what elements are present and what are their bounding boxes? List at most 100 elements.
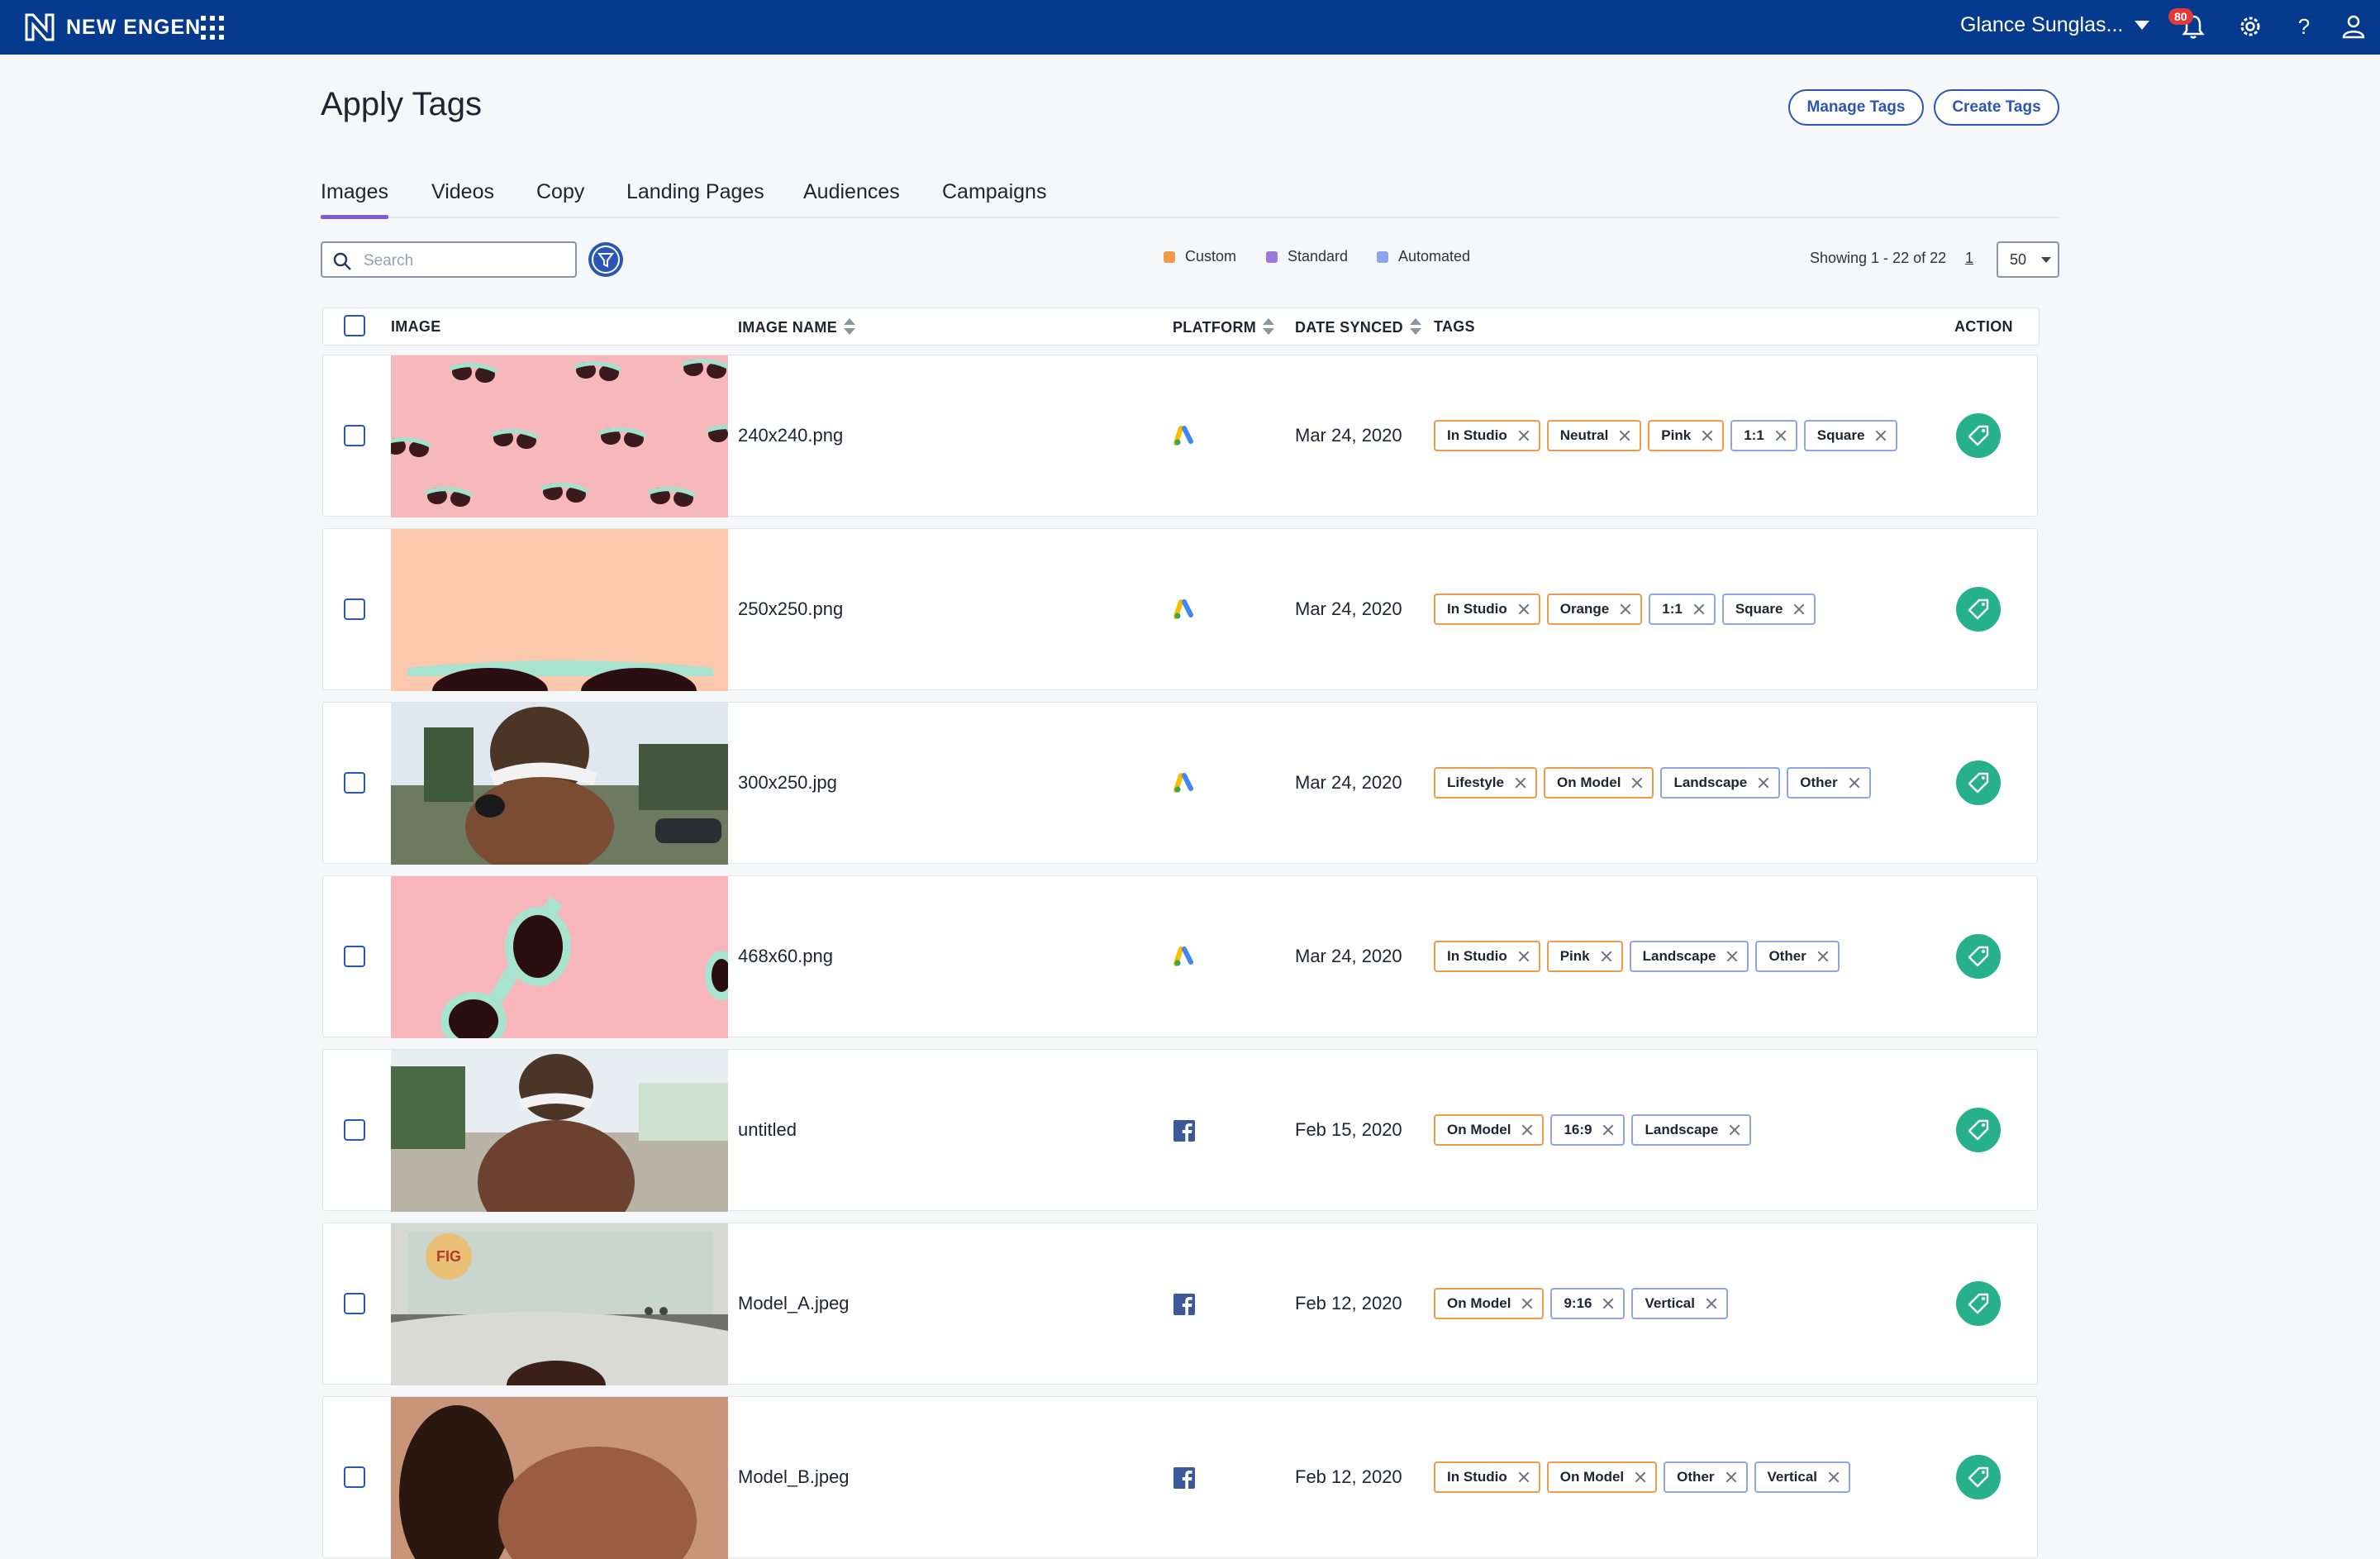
brand[interactable]: NEW ENGEN [23, 12, 201, 43]
row-checkbox[interactable] [344, 1119, 365, 1141]
image-thumbnail[interactable] [391, 355, 728, 517]
tag-chip[interactable]: On Model [1543, 767, 1654, 799]
tag-chip[interactable]: Other [1787, 767, 1871, 799]
tag-chip[interactable]: Neutral [1546, 420, 1642, 451]
remove-tag-icon[interactable] [1728, 1123, 1741, 1137]
row-checkbox[interactable] [344, 598, 365, 620]
page-number-link[interactable]: 1 [1965, 250, 1973, 267]
row-checkbox[interactable] [344, 946, 365, 967]
tag-chip[interactable]: In Studio [1434, 941, 1540, 972]
remove-tag-icon[interactable] [1705, 1297, 1718, 1310]
remove-tag-icon[interactable] [1692, 603, 1706, 616]
apply-tag-button[interactable] [1956, 934, 2001, 979]
column-header-date-synced[interactable]: DATE SYNCED [1295, 318, 1421, 336]
tag-chip[interactable]: Square [1803, 420, 1898, 451]
tag-chip[interactable]: In Studio [1434, 594, 1540, 625]
apply-tag-button[interactable] [1956, 587, 2001, 632]
remove-tag-icon[interactable] [1874, 429, 1887, 442]
remove-tag-icon[interactable] [1619, 603, 1632, 616]
sort-icon[interactable] [844, 318, 855, 336]
account-switcher[interactable]: Glance Sunglas... [1960, 13, 2150, 37]
remove-tag-icon[interactable] [1521, 1297, 1534, 1310]
apply-tag-button[interactable] [1956, 1108, 2001, 1152]
remove-tag-icon[interactable] [1602, 1297, 1615, 1310]
remove-tag-icon[interactable] [1725, 1471, 1738, 1484]
apply-tag-button[interactable] [1956, 1455, 2001, 1499]
tag-chip[interactable]: Lifestyle [1434, 767, 1537, 799]
remove-tag-icon[interactable] [1517, 1471, 1530, 1484]
sort-icon[interactable] [1263, 318, 1275, 336]
tag-chip[interactable]: In Studio [1434, 1461, 1540, 1493]
image-thumbnail[interactable] [391, 703, 728, 865]
row-checkbox[interactable] [344, 1293, 365, 1314]
tag-chip[interactable]: Pink [1546, 941, 1623, 972]
remove-tag-icon[interactable] [1618, 429, 1631, 442]
tag-chip[interactable]: Square [1721, 594, 1816, 625]
image-thumbnail[interactable] [391, 1397, 728, 1559]
help-icon[interactable]: ? [2289, 12, 2319, 41]
tag-chip[interactable]: On Model [1434, 1114, 1545, 1146]
remove-tag-icon[interactable] [1774, 429, 1787, 442]
remove-tag-icon[interactable] [1701, 429, 1714, 442]
tag-chip[interactable]: Landscape [1631, 1114, 1752, 1146]
column-header-platform[interactable]: PLATFORM [1173, 318, 1275, 336]
image-thumbnail[interactable]: FIG [391, 1223, 728, 1385]
tag-chip[interactable]: Landscape [1629, 941, 1749, 972]
remove-tag-icon[interactable] [1517, 950, 1530, 963]
tag-chip[interactable]: On Model [1434, 1288, 1545, 1319]
image-thumbnail[interactable] [391, 529, 728, 691]
tag-chip[interactable]: Landscape [1660, 767, 1781, 799]
remove-tag-icon[interactable] [1517, 429, 1530, 442]
tag-chip[interactable]: Vertical [1631, 1288, 1728, 1319]
remove-tag-icon[interactable] [1816, 950, 1830, 963]
tab-campaigns[interactable]: Campaigns [942, 180, 1046, 204]
remove-tag-icon[interactable] [1521, 1123, 1534, 1137]
tag-chip[interactable]: Pink [1648, 420, 1725, 451]
remove-tag-icon[interactable] [1600, 950, 1613, 963]
user-profile-icon[interactable] [2339, 12, 2368, 41]
gear-icon[interactable] [2235, 12, 2265, 41]
tag-chip[interactable]: 1:1 [1730, 420, 1797, 451]
per-page-select[interactable]: 50 [1997, 241, 2059, 278]
select-all-checkbox[interactable] [344, 315, 365, 336]
tag-chip[interactable]: Orange [1546, 594, 1643, 625]
tag-chip[interactable]: 9:16 [1550, 1288, 1626, 1319]
tag-chip[interactable]: 1:1 [1649, 594, 1716, 625]
image-thumbnail[interactable] [391, 1050, 728, 1212]
tab-copy[interactable]: Copy [536, 180, 584, 204]
remove-tag-icon[interactable] [1757, 776, 1770, 789]
remove-tag-icon[interactable] [1630, 776, 1644, 789]
image-thumbnail[interactable] [391, 876, 728, 1038]
tag-chip[interactable]: Other [1664, 1461, 1748, 1493]
remove-tag-icon[interactable] [1848, 776, 1861, 789]
filter-button[interactable] [588, 242, 623, 277]
search-input[interactable] [362, 250, 572, 273]
apps-grid-icon[interactable] [201, 16, 226, 41]
tag-chip[interactable]: 16:9 [1550, 1114, 1626, 1146]
create-tags-button[interactable]: Create Tags [1934, 89, 2059, 126]
tab-images[interactable]: Images [321, 180, 388, 219]
tag-chip[interactable]: In Studio [1434, 420, 1540, 451]
tab-audiences[interactable]: Audiences [803, 180, 900, 204]
apply-tag-button[interactable] [1956, 760, 2001, 805]
apply-tag-button[interactable] [1956, 413, 2001, 458]
row-checkbox[interactable] [344, 772, 365, 794]
remove-tag-icon[interactable] [1514, 776, 1527, 789]
manage-tags-button[interactable]: Manage Tags [1788, 89, 1924, 126]
tag-chip[interactable]: Other [1755, 941, 1840, 972]
column-header-image-name[interactable]: IMAGE NAME [738, 318, 855, 336]
remove-tag-icon[interactable] [1726, 950, 1739, 963]
row-checkbox[interactable] [344, 1466, 365, 1488]
sort-icon[interactable] [1409, 318, 1421, 336]
tag-chip[interactable]: Vertical [1754, 1461, 1851, 1493]
row-checkbox[interactable] [344, 425, 365, 446]
remove-tag-icon[interactable] [1792, 603, 1806, 616]
remove-tag-icon[interactable] [1602, 1123, 1615, 1137]
apply-tag-button[interactable] [1956, 1281, 2001, 1326]
tab-videos[interactable]: Videos [431, 180, 494, 204]
remove-tag-icon[interactable] [1827, 1471, 1840, 1484]
remove-tag-icon[interactable] [1517, 603, 1530, 616]
tab-landing-pages[interactable]: Landing Pages [626, 180, 764, 204]
tag-chip[interactable]: On Model [1546, 1461, 1658, 1493]
remove-tag-icon[interactable] [1634, 1471, 1647, 1484]
